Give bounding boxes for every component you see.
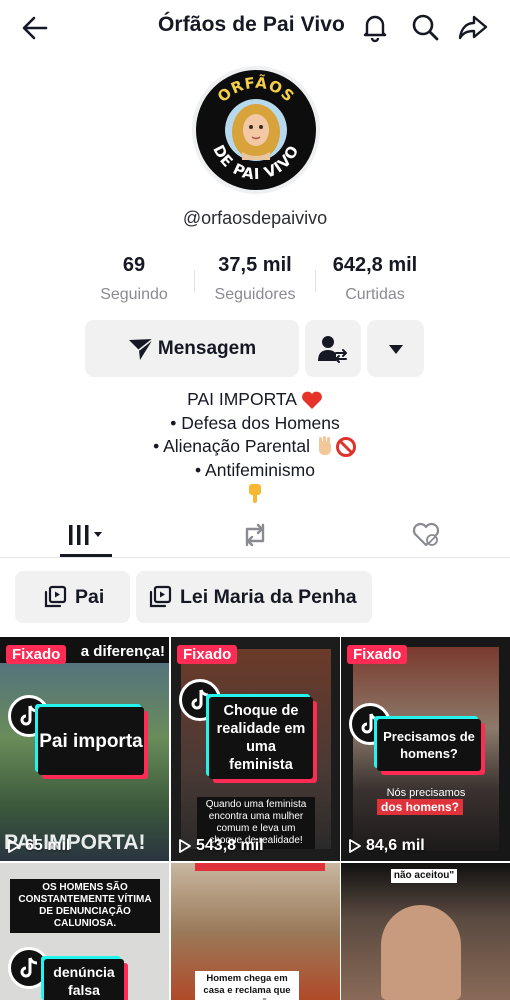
thumbnail-caption: OS HOMENS SÃO CONSTANTEMENTE VÍTIMA DE D…	[10, 879, 160, 933]
view-count-value: 84,6 mil	[366, 837, 425, 854]
stat-following[interactable]: 69 Seguindo	[74, 254, 194, 304]
view-count-value: 65 mil	[25, 837, 71, 854]
playlist-label: Pai	[75, 585, 105, 608]
caret-down-icon	[388, 344, 403, 354]
pointing-down-icon	[249, 484, 261, 504]
playlist-icon	[149, 585, 172, 608]
bell-icon[interactable]	[358, 10, 392, 44]
thumbnail-title-card: Choque de realidade em uma feminista	[209, 697, 313, 779]
top-bar: Órfãos de Pai Vivo	[0, 0, 510, 56]
message-button-label: Mensagem	[157, 337, 257, 359]
stat-value: 69	[122, 254, 146, 276]
video-grid: a diferença! Fixado Pai importa PAI IMPO…	[0, 637, 510, 1000]
bio-line: • Defesa dos Homens	[170, 412, 340, 433]
video-thumbnail[interactable]: Homem chega em casa e reclama que esposa…	[171, 863, 340, 1000]
play-icon	[349, 839, 361, 853]
thumbnail-image	[381, 905, 461, 1000]
back-arrow-icon[interactable]	[18, 12, 54, 44]
pinned-badge: Fixado	[6, 645, 67, 664]
thumbnail-title-card: denúncia falsa	[44, 959, 124, 1000]
view-count: 84,6 mil	[349, 837, 425, 855]
playlist-lei-maria-da-penha[interactable]: Lei Maria da Penha	[136, 571, 372, 623]
page-title: Órfãos de Pai Vivo	[158, 13, 345, 36]
reposts-icon	[245, 523, 265, 546]
thumbnail-caption: Nós precisamos	[386, 787, 466, 799]
stat-followers[interactable]: 37,5 mil Seguidores	[195, 254, 315, 304]
active-tab-indicator	[60, 554, 112, 557]
profile-bio: PAI IMPORTA • Defesa dos Homens • Aliena…	[0, 388, 510, 506]
play-icon	[8, 839, 20, 853]
video-thumbnail[interactable]: não aceitou"	[341, 863, 510, 1000]
liked-hidden-icon	[412, 522, 440, 546]
raised-hand-icon	[318, 436, 331, 456]
profile-handle: @orfaosdepaivivo	[182, 208, 328, 228]
view-count: 65 mil	[8, 837, 70, 855]
thumbnail-text: a diferença!	[80, 643, 165, 660]
profile-tabs	[0, 512, 510, 558]
more-options-button[interactable]	[367, 320, 424, 377]
bio-line: PAI IMPORTA	[187, 389, 297, 409]
tab-liked[interactable]	[398, 512, 454, 557]
thumbnail-caption: não aceitou"	[391, 869, 457, 883]
red-heart-icon	[301, 391, 322, 410]
play-icon	[179, 839, 191, 853]
profile-avatar[interactable]: ORFÃOS DE PAI VIVO	[192, 66, 320, 194]
follow-back-button[interactable]	[305, 320, 361, 377]
thumbnail-title-card: Precisamos de homens?	[377, 719, 481, 771]
bio-line: • Alienação Parental	[153, 436, 311, 456]
playlist-icon	[44, 585, 67, 608]
thumbnail-banner	[195, 863, 325, 871]
pinned-badge: Fixado	[347, 645, 408, 664]
video-thumbnail[interactable]: Fixado Precisamos de homens? Nós precisa…	[341, 637, 510, 861]
playlist-label: Lei Maria da Penha	[180, 585, 357, 608]
send-icon	[128, 337, 154, 360]
search-icon[interactable]	[408, 10, 442, 44]
pinned-badge: Fixado	[177, 645, 238, 664]
share-icon[interactable]	[456, 10, 490, 44]
video-thumbnail[interactable]: Fixado Choque de realidade em uma femini…	[171, 637, 340, 861]
tab-videos[interactable]	[58, 512, 114, 557]
view-count-value: 543,8 mil	[196, 837, 264, 854]
stat-label: Seguidores	[214, 286, 296, 303]
bio-line: • Antifeminismo	[195, 459, 315, 480]
stat-value: 37,5 mil	[218, 254, 292, 276]
stat-likes[interactable]: 642,8 mil Curtidas	[315, 254, 435, 304]
stat-value: 642,8 mil	[332, 254, 418, 276]
thumbnail-caption-highlight: dos homens?	[377, 799, 464, 815]
prohibited-icon	[335, 437, 356, 458]
video-thumbnail[interactable]: a diferença! Fixado Pai importa PAI IMPO…	[0, 637, 169, 861]
video-thumbnail[interactable]: OS HOMENS SÃO CONSTANTEMENTE VÍTIMA DE D…	[0, 863, 169, 1000]
stat-label: Curtidas	[345, 286, 405, 303]
videos-grid-icon	[69, 524, 102, 545]
stat-label: Seguindo	[100, 286, 168, 303]
playlist-pai[interactable]: Pai	[15, 571, 130, 623]
user-swap-icon	[318, 335, 347, 363]
view-count: 543,8 mil	[179, 837, 264, 855]
thumbnail-caption: Homem chega em casa e reclama que esposa…	[195, 971, 299, 1000]
tab-reposts[interactable]	[228, 512, 282, 557]
message-button[interactable]: Mensagem	[85, 320, 299, 377]
thumbnail-title-card: Pai importa	[38, 707, 144, 775]
